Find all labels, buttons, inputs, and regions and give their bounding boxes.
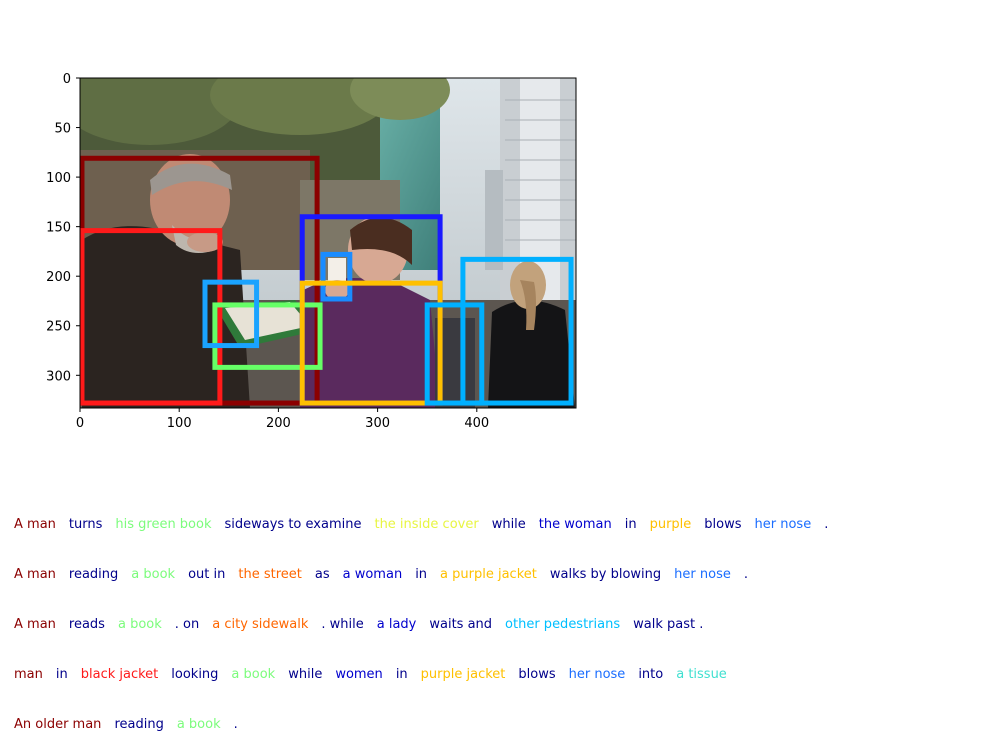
caption-phrase: . <box>233 717 238 732</box>
caption-phrase: out in <box>188 567 226 582</box>
caption-2: A man reading a book out in the street as a wo… <box>14 567 761 583</box>
caption-phrase: the woman <box>538 517 612 532</box>
caption-phrase: . <box>824 517 829 532</box>
caption-1: A man turns his green book sideways to exam… <box>14 517 841 533</box>
caption-phrase: a woman <box>342 567 403 582</box>
caption-phrase: reading <box>68 567 119 582</box>
caption-phrase: blows <box>518 667 556 682</box>
caption-phrase: the street <box>238 567 302 582</box>
caption-phrase: as <box>314 567 330 582</box>
caption-phrase: his green book <box>115 517 212 532</box>
caption-phrase: a tissue <box>676 667 727 682</box>
caption-phrase: her nose <box>568 667 626 682</box>
caption-4: man in black jacket looking a book while women… <box>14 667 740 683</box>
caption-phrase: a book <box>131 567 176 582</box>
caption-phrase: in <box>55 667 68 682</box>
caption-phrase: a lady <box>376 617 417 632</box>
caption-phrase: her nose <box>674 567 731 582</box>
caption-phrase: A man <box>14 567 56 582</box>
caption-phrase: An older man <box>14 717 102 732</box>
caption-phrase: looking <box>171 667 219 682</box>
caption-phrase: turns <box>68 517 103 532</box>
caption-phrase: walks by blowing <box>549 567 662 582</box>
caption-phrase: while <box>288 667 323 682</box>
caption-phrase: black jacket <box>80 667 159 682</box>
caption-phrase: blows <box>704 517 742 532</box>
caption-list: A man turns his green book sideways to exam… <box>0 0 1000 733</box>
caption-phrase: a book <box>231 667 276 682</box>
caption-phrase: into <box>638 667 664 682</box>
caption-phrase: in <box>415 567 428 582</box>
caption-phrase: A man <box>14 517 56 532</box>
caption-phrase: walk past . <box>633 617 704 632</box>
caption-phrase: a book <box>176 717 221 732</box>
caption-phrase: her nose <box>754 517 812 532</box>
caption-phrase: man <box>14 667 43 682</box>
caption-phrase: purple <box>649 517 692 532</box>
caption-phrase: the inside cover <box>374 517 479 532</box>
caption-5: An older man reading a book. <box>14 717 251 733</box>
caption-phrase: . while <box>321 617 364 632</box>
caption-phrase: waits and <box>429 617 493 632</box>
caption-phrase: purple jacket <box>420 667 506 682</box>
caption-phrase: A man <box>14 617 56 632</box>
caption-phrase: while <box>491 517 526 532</box>
caption-phrase: . on <box>174 617 200 632</box>
caption-phrase: reading <box>114 717 164 732</box>
caption-phrase: in <box>624 517 637 532</box>
caption-phrase: sideways to examine <box>224 517 362 532</box>
caption-phrase: other pedestrians <box>505 617 621 632</box>
caption-phrase: women <box>335 667 383 682</box>
caption-phrase: a purple jacket <box>440 567 537 582</box>
caption-phrase: reads <box>68 617 105 632</box>
caption-phrase: a book <box>117 617 162 632</box>
caption-3: A man reads a book . on a city sidewalk . whi… <box>14 617 716 633</box>
caption-phrase: . <box>743 567 748 582</box>
caption-phrase: in <box>395 667 408 682</box>
caption-phrase: a city sidewalk <box>212 617 309 632</box>
